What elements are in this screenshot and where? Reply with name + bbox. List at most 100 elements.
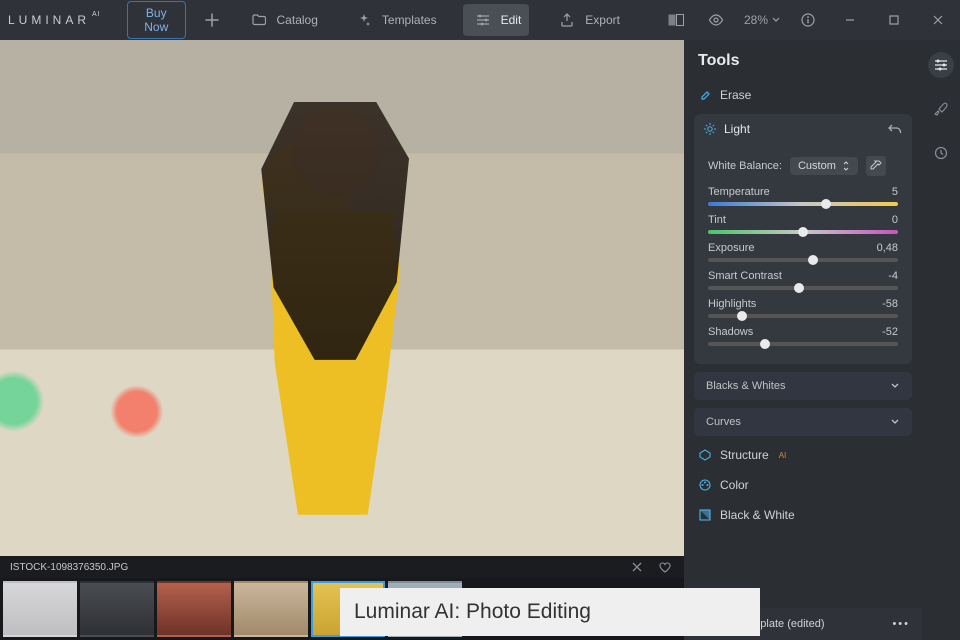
chevron-down-icon	[890, 418, 900, 426]
panel-light: Light White Balance: Custom	[694, 114, 912, 364]
chevron-down-icon	[772, 17, 780, 23]
file-name: ISTOCK-1098376350.JPG	[10, 562, 128, 573]
photo-canvas[interactable]	[0, 40, 684, 556]
nav-catalog-label: Catalog	[277, 13, 318, 27]
nav-edit-label: Edit	[501, 13, 522, 27]
slider-track[interactable]	[708, 342, 898, 346]
wb-value: Custom	[798, 160, 836, 172]
file-info-row: ISTOCK-1098376350.JPG	[0, 556, 684, 578]
reject-icon[interactable]	[628, 558, 646, 576]
subpanel-blacks-whites[interactable]: Blacks & Whites	[694, 372, 912, 400]
subpanel-label: Blacks & Whites	[706, 380, 785, 392]
tool-bw-label: Black & White	[720, 508, 795, 522]
tool-rail	[922, 40, 960, 640]
bw-icon	[698, 508, 712, 522]
eye-icon[interactable]	[704, 8, 728, 32]
tool-structure-label: Structure	[720, 448, 769, 462]
slider-label: Tint	[708, 214, 726, 226]
panel-light-title: Light	[724, 122, 750, 136]
main-area: ISTOCK-1098376350.JPG Luminar AI: Photo …	[0, 40, 960, 640]
nav-templates-label: Templates	[382, 13, 437, 27]
top-bar: LUMINAR AI Buy Now Catalog Templates Edi…	[0, 0, 960, 40]
app-root: LUMINAR AI Buy Now Catalog Templates Edi…	[0, 0, 960, 640]
slider-tint: Tint 0	[708, 214, 898, 234]
thumbnail[interactable]	[80, 581, 154, 637]
tool-structure[interactable]: Structure AI	[684, 440, 922, 470]
panel-light-body: White Balance: Custom Temperature5	[694, 144, 912, 364]
slider-knob[interactable]	[798, 227, 808, 237]
slider-knob[interactable]	[808, 255, 818, 265]
thumbnail[interactable]	[157, 581, 231, 637]
slider-label: Smart Contrast	[708, 270, 782, 282]
folder-icon	[247, 8, 271, 32]
caption-text: Luminar AI: Photo Editing	[354, 600, 591, 624]
slider-shadows: Shadows-52	[708, 326, 898, 346]
nav-export[interactable]: Export	[547, 4, 628, 36]
caption-overlay: Luminar AI: Photo Editing	[340, 588, 760, 636]
chevron-down-icon	[890, 382, 900, 390]
canvas-column: ISTOCK-1098376350.JPG Luminar AI: Photo …	[0, 40, 684, 640]
template-menu-button[interactable]: •••	[892, 618, 910, 630]
tools-title: Tools	[698, 52, 739, 70]
zoom-dropdown[interactable]: 28%	[744, 13, 780, 27]
export-icon	[555, 8, 579, 32]
slider-label: Exposure	[708, 242, 754, 254]
ai-badge: AI	[779, 451, 787, 460]
nav-export-label: Export	[585, 13, 620, 27]
nav-catalog[interactable]: Catalog	[239, 4, 326, 36]
undo-icon[interactable]	[888, 123, 902, 135]
slider-knob[interactable]	[821, 199, 831, 209]
favorite-icon[interactable]	[656, 558, 674, 576]
wb-select[interactable]: Custom	[790, 157, 858, 175]
window-close[interactable]	[924, 6, 952, 34]
tool-color[interactable]: Color	[684, 470, 922, 500]
slider-value: -4	[888, 270, 898, 282]
slider-temperature: Temperature5	[708, 186, 898, 206]
compare-icon[interactable]	[664, 8, 688, 32]
thumbnail[interactable]	[3, 581, 77, 637]
slider-track[interactable]	[708, 286, 898, 290]
slider-track[interactable]	[708, 258, 898, 262]
light-icon	[704, 123, 716, 135]
slider-track[interactable]	[708, 314, 898, 318]
slider-label: Highlights	[708, 298, 756, 310]
thumbnail[interactable]	[234, 581, 308, 637]
sparkle-icon	[352, 8, 376, 32]
photo-preview	[0, 40, 684, 556]
slider-value: 0	[892, 214, 898, 226]
slider-highlights: Highlights-58	[708, 298, 898, 318]
tool-erase[interactable]: Erase	[684, 80, 922, 110]
sliders-icon	[471, 8, 495, 32]
add-icon[interactable]	[204, 8, 221, 32]
tool-black-white[interactable]: Black & White	[684, 500, 922, 530]
slider-knob[interactable]	[794, 283, 804, 293]
color-icon	[698, 478, 712, 492]
slider-value: -52	[882, 326, 898, 338]
slider-track[interactable]	[708, 230, 898, 234]
rail-brush-icon[interactable]	[928, 96, 954, 122]
slider-knob[interactable]	[737, 311, 747, 321]
tool-color-label: Color	[720, 478, 749, 492]
subpanel-label: Curves	[706, 416, 741, 428]
nav-edit[interactable]: Edit	[463, 4, 530, 36]
wb-label: White Balance:	[708, 160, 782, 172]
nav-templates[interactable]: Templates	[344, 4, 445, 36]
side-panel: Tools Erase Light	[684, 40, 960, 640]
slider-value: 5	[892, 186, 898, 198]
panel-light-header[interactable]: Light	[694, 114, 912, 144]
window-maximize[interactable]	[880, 6, 908, 34]
info-icon[interactable]	[796, 8, 820, 32]
tool-erase-label: Erase	[720, 88, 751, 102]
app-name-suffix: AI	[92, 11, 101, 18]
tools-header: Tools	[684, 52, 922, 80]
eyedropper-button[interactable]	[866, 156, 886, 176]
rail-history-icon[interactable]	[928, 140, 954, 166]
slider-knob[interactable]	[760, 339, 770, 349]
slider-track[interactable]	[708, 202, 898, 206]
subpanel-curves[interactable]: Curves	[694, 408, 912, 436]
window-minimize[interactable]	[836, 6, 864, 34]
rail-adjust-icon[interactable]	[928, 52, 954, 78]
buy-now-button[interactable]: Buy Now	[127, 1, 186, 39]
topbar-right: 28%	[664, 6, 952, 34]
structure-icon	[698, 448, 712, 462]
